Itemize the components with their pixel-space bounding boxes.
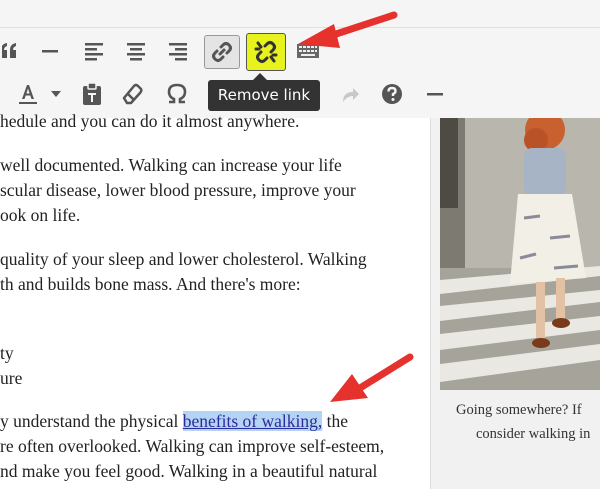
toolbar-toggle-button[interactable] <box>294 38 322 64</box>
help-icon <box>382 84 402 104</box>
keyboard-icon <box>297 44 319 58</box>
caret-down-icon <box>51 91 61 97</box>
clipboard-icon <box>83 82 101 105</box>
omega-icon <box>167 83 187 104</box>
help-button[interactable] <box>378 80 406 108</box>
clear-formatting-button[interactable] <box>118 80 146 108</box>
remove-link-tooltip: Remove link <box>208 73 320 111</box>
text-line: re often overlooked. Walking can improve… <box>0 436 385 456</box>
text-color-button[interactable] <box>14 80 42 108</box>
horizontal-line-icon <box>42 50 58 53</box>
photo-illustration <box>440 118 600 390</box>
text-segment: y understand the physical <box>0 411 183 431</box>
text-line: ook on life. <box>0 205 81 225</box>
horizontal-rule-button[interactable] <box>422 80 448 108</box>
list-item: ure <box>0 368 23 388</box>
horizontal-rule-icon <box>427 93 443 96</box>
eraser-icon <box>122 83 143 105</box>
link-icon <box>212 42 232 62</box>
align-center-icon <box>127 43 145 61</box>
text-line: y understand the physical benefits of wa… <box>0 411 348 432</box>
remove-link-button[interactable] <box>246 33 286 71</box>
align-left-icon <box>85 43 103 61</box>
align-right-icon <box>169 43 187 61</box>
list-item: ty <box>0 343 14 363</box>
text-line: quality of your sleep and lower choleste… <box>0 249 367 269</box>
image-caption-line: Going somewhere? If <box>456 402 582 418</box>
align-right-button[interactable] <box>165 38 191 64</box>
text-line: well documented. Walking can increase yo… <box>0 155 342 175</box>
text-color-dropdown[interactable] <box>49 84 63 104</box>
text-segment: the <box>322 411 348 431</box>
blockquote-button[interactable] <box>0 38 24 64</box>
blockquote-icon <box>2 43 16 58</box>
text-line: th and builds bone mass. And there's mor… <box>0 274 301 294</box>
text-line: hedule and you can do it almost anywhere… <box>0 111 300 131</box>
redo-button[interactable] <box>336 80 364 108</box>
text-line: scular disease, lower blood pressure, im… <box>0 180 356 200</box>
text-line: nd make you feel good. Walking in a beau… <box>0 461 378 481</box>
image-caption-line: consider walking in <box>476 426 591 442</box>
toolbar-top-strip <box>0 0 600 28</box>
paste-as-text-button[interactable] <box>78 80 106 108</box>
insert-link-button[interactable] <box>204 35 240 69</box>
unlink-icon <box>254 41 278 63</box>
redo-icon <box>343 88 359 102</box>
special-character-button[interactable] <box>162 80 192 108</box>
selected-hyperlink[interactable]: benefits of walking, <box>182 411 323 431</box>
horizontal-line-button[interactable] <box>38 38 62 64</box>
text-color-icon <box>19 85 37 104</box>
align-center-button[interactable] <box>123 38 149 64</box>
walking-woman-photo[interactable] <box>440 118 600 390</box>
align-left-button[interactable] <box>81 38 107 64</box>
